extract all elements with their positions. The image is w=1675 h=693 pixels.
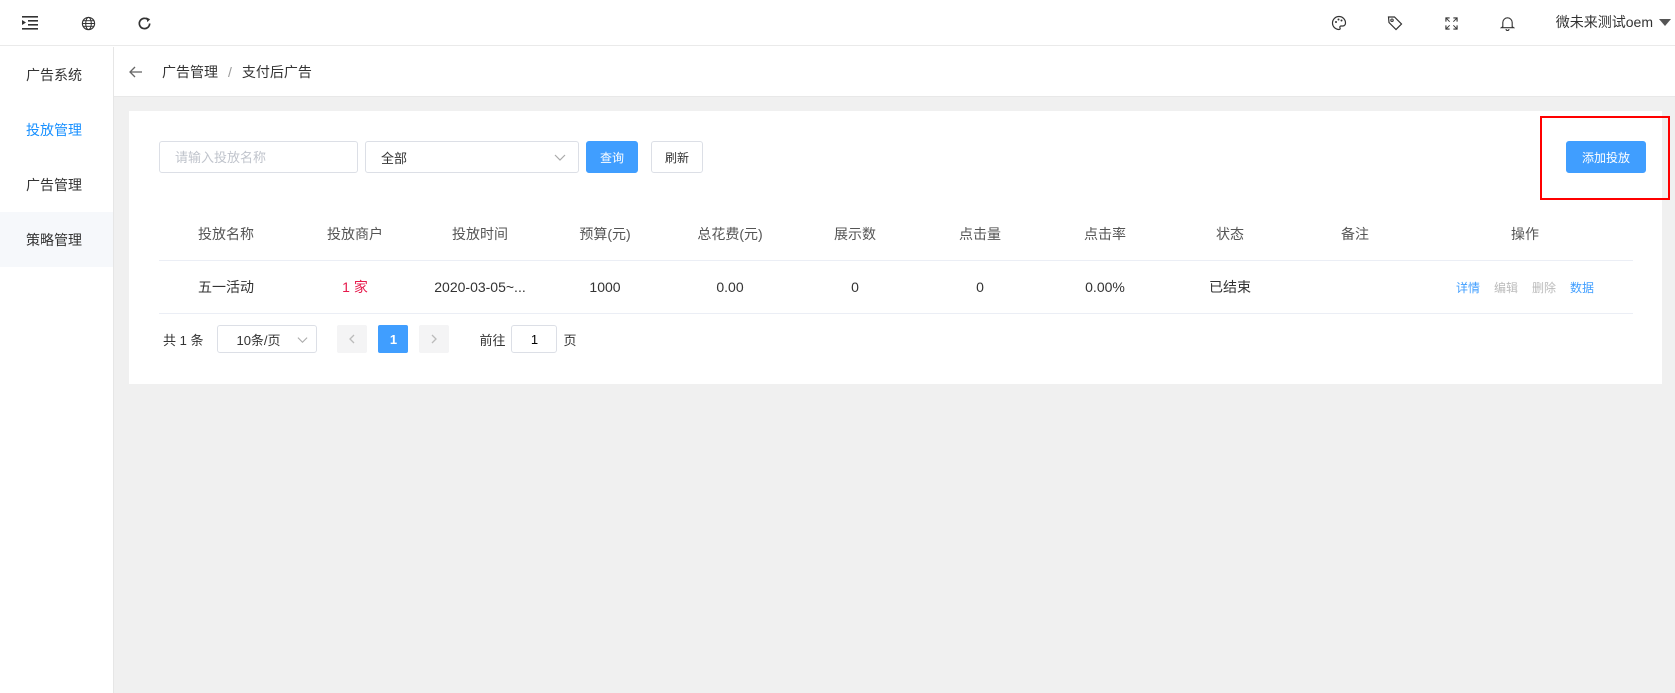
content-card: 全部 查询 刷新 添加投放 投放名称 投放商户 投放时间 预算(元) 总花费(元… [129,111,1670,384]
breadcrumb: 广告管理 / 支付后广告 [114,47,1675,97]
column-header: 备注 [1341,226,1369,242]
page-number-current[interactable]: 1 [378,325,409,353]
goto-prefix: 前往 [479,332,506,348]
table-row: 五一活动 1 家 2020-03-05~... 1000 0.00 0 0 0.… [159,261,1633,314]
query-button-label: 查询 [599,150,624,165]
edit-link[interactable]: 编辑 [1494,279,1518,296]
user-menu[interactable]: 微未来测试oem [1556,12,1671,32]
fullscreen-icon[interactable] [1439,11,1463,35]
refresh-button-label: 刷新 [664,150,689,165]
cell-impressions: 0 [851,279,859,295]
goto-page-input[interactable] [511,325,558,353]
pagination-total: 共 1 条 [163,332,204,348]
placement-name-input[interactable] [159,141,358,173]
delete-link[interactable]: 删除 [1532,279,1556,296]
menu-fold-icon[interactable] [18,11,42,35]
palette-icon[interactable] [1327,11,1351,35]
page-size-select[interactable]: 10条/页 [217,325,318,353]
tag-icon[interactable] [1383,11,1407,35]
add-placement-button[interactable]: 添加投放 [1566,141,1646,173]
cell-spend: 0.00 [716,279,744,295]
sidebar-item-label: 广告管理 [26,176,82,193]
cell-time: 2020-03-05~... [434,279,526,295]
status-select[interactable]: 全部 [365,141,579,173]
cell-status: 已结束 [1209,279,1251,295]
add-placement-button-label: 添加投放 [1581,150,1630,165]
column-header: 状态 [1216,226,1244,242]
prev-page-button[interactable] [337,325,368,353]
sidebar-item-ad-management[interactable]: 广告管理 [0,157,113,212]
column-header: 操作 [1511,226,1539,242]
pagination: 共 1 条 10条/页 1 前往 页 [163,324,577,354]
goto-page: 前往 页 [479,325,577,353]
breadcrumb-item-ad-management[interactable]: 广告管理 [162,62,218,82]
page-size-value: 10条/页 [236,332,281,348]
sidebar-item-strategy-management[interactable]: 策略管理 [0,212,113,267]
column-header: 投放时间 [452,226,508,242]
status-select-value: 全部 [381,150,408,166]
sidebar-item-placement-management[interactable]: 投放管理 [0,102,113,157]
bell-icon[interactable] [1495,11,1519,35]
cell-budget: 1000 [589,279,621,295]
column-header: 点击率 [1084,226,1126,242]
column-header: 投放名称 [198,226,254,242]
detail-link[interactable]: 详情 [1456,279,1480,296]
table-header: 投放名称 投放商户 投放时间 预算(元) 总花费(元) 展示数 点击量 点击率 … [159,208,1633,261]
user-name: 微未来测试oem [1555,14,1653,30]
sidebar-item-label: 投放管理 [26,121,82,138]
column-header: 预算(元) [579,226,631,242]
chevron-down-icon [554,151,566,166]
refresh-button[interactable]: 刷新 [651,141,703,173]
sidebar-item-label: 策略管理 [26,231,82,248]
top-bar: 微未来测试oem [0,0,1675,46]
query-button[interactable]: 查询 [586,141,638,173]
column-header: 总花费(元) [697,226,763,242]
breadcrumb-item-current: 支付后广告 [241,63,312,80]
next-page-button[interactable] [419,325,450,353]
data-link[interactable]: 数据 [1570,279,1594,296]
refresh-icon[interactable] [132,11,156,35]
main-content: 广告管理 / 支付后广告 全部 查询 刷新 添加投放 投放名称 投放商户 投放时… [114,47,1675,693]
column-header: 点击量 [959,226,1001,242]
goto-suffix: 页 [563,332,577,348]
placement-table: 投放名称 投放商户 投放时间 预算(元) 总花费(元) 展示数 点击量 点击率 … [159,208,1633,314]
globe-icon[interactable] [76,11,100,35]
cell-ctr: 0.00% [1085,279,1125,295]
column-header: 展示数 [834,226,876,242]
cell-clicks: 0 [976,279,984,295]
breadcrumb-separator: / [228,63,232,80]
cell-name: 五一活动 [198,279,254,295]
sidebar-item-label: 广告系统 [26,66,82,83]
sidebar: 广告系统 投放管理 广告管理 策略管理 [0,47,114,693]
cell-operations: 详情 编辑 删除 数据 [1417,279,1633,296]
chevron-down-icon [297,333,308,348]
column-header: 投放商户 [327,226,383,242]
cell-merchant-link[interactable]: 1 家 [293,277,417,297]
caret-down-icon [1659,18,1671,26]
back-arrow-icon[interactable] [126,62,146,82]
sidebar-item-ad-system[interactable]: 广告系统 [0,47,113,102]
